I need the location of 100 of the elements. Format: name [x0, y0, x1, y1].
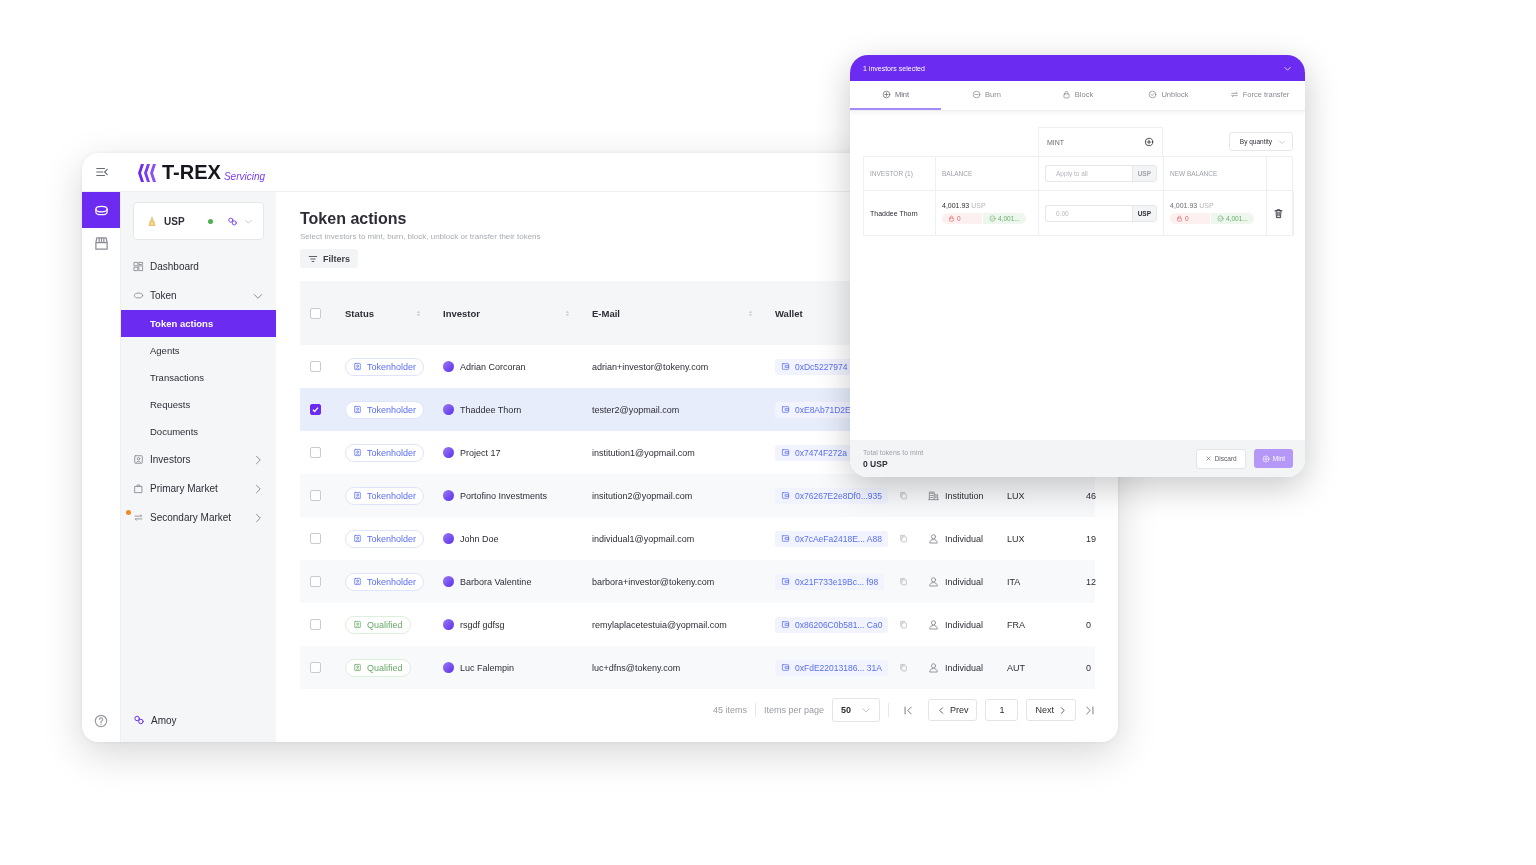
nav-item[interactable]: Investors [121, 445, 276, 474]
chevron-left-icon [936, 705, 946, 715]
status-tag: Qualified [345, 615, 411, 634]
network-item[interactable]: Amoy [121, 714, 276, 742]
rail-button[interactable] [82, 192, 120, 228]
nav-subitem[interactable]: Requests [121, 391, 276, 418]
table-cell: 0 [1086, 662, 1091, 673]
per-page-select[interactable]: 50 [831, 698, 880, 722]
nav-subitem[interactable]: Token actions [121, 310, 276, 337]
investor-name: John Doe [460, 533, 499, 544]
chevron-right-icon [1058, 705, 1067, 715]
table-row[interactable]: Qualified rsgdf gdfsg remylaplacetestuia@yopmail.com 0x86206C0b581... Ca0 Individual FRA 0 [300, 603, 1095, 646]
investor-type: Individual [945, 662, 984, 673]
wallet-icon [781, 362, 790, 371]
filters-button[interactable]: Filters [300, 249, 358, 268]
table-cell: 0 [1086, 619, 1091, 630]
logo-subtitle: Servicing [223, 171, 266, 182]
nav-item[interactable]: Dashboard [121, 252, 276, 281]
email-cell: adrian+investor@tokeny.com [592, 361, 709, 372]
id-badge-icon [353, 362, 362, 371]
column-header[interactable]: E-Mail [592, 307, 620, 319]
table-cell: 19 [1086, 533, 1096, 544]
nav-item[interactable]: Token [121, 281, 276, 310]
wallet-address[interactable]: 0x76267E2e8Df0...935 [775, 487, 888, 504]
row-checkbox[interactable] [310, 404, 321, 415]
table-row[interactable]: Tokenholder Portofino Investments insitution2@yopmail.com 0x76267E2e8Df0...935 Institution LUX 46 [300, 474, 1095, 517]
filter-icon [308, 253, 318, 264]
wallet-address[interactable]: 0x21F733e19Bc... f98 [775, 573, 885, 590]
nav-item[interactable]: Secondary Market [121, 503, 276, 532]
status-tag: Tokenholder [345, 486, 425, 505]
nav-item[interactable]: Primary Market [121, 474, 276, 503]
items-per-page-label: Items per page [763, 705, 824, 715]
delete-button[interactable] [1273, 207, 1284, 219]
table-row[interactable]: Qualified Luc Falempin luc+dfns@tokeny.com 0xFdE22013186... 31A Individual AUT 0 [300, 646, 1095, 689]
wallet-icon [781, 405, 790, 414]
email-cell: institution1@yopmail.com [592, 447, 695, 458]
nav-subitem[interactable]: Transactions [121, 364, 276, 391]
table-cell: 46 [1086, 490, 1096, 501]
wallet-address[interactable]: 0x7cAeFa2418E... A88 [775, 530, 888, 547]
investor-name: Thaddee Thorn [460, 404, 522, 415]
investor-type: Individual [945, 533, 984, 544]
plus-circle-icon [881, 90, 891, 99]
wallet-address[interactable]: 0x7474F272a [775, 444, 853, 461]
close-icon [1204, 455, 1212, 462]
id-badge-icon [353, 405, 362, 414]
select-all-checkbox[interactable] [310, 307, 321, 319]
coin-icon [133, 290, 144, 301]
check-circle-icon [1148, 90, 1158, 99]
page-title: Token actions [300, 209, 407, 229]
token-selector[interactable]: USP [133, 202, 264, 240]
lock-icon [1176, 215, 1183, 222]
column-header[interactable]: Status [345, 307, 375, 319]
avatar [443, 533, 454, 544]
grid-icon [133, 261, 144, 272]
wallet-icon [781, 620, 790, 629]
column-header[interactable]: Wallet [775, 307, 803, 319]
wallet-icon [781, 534, 790, 543]
wallet-icon [781, 663, 790, 672]
check-circle-icon [1217, 215, 1224, 222]
table-cell: 12 [1086, 576, 1096, 587]
next-button[interactable]: Next [1026, 699, 1076, 721]
nav-subitem[interactable]: Documents [121, 418, 276, 445]
wallet-address[interactable]: 0xFdE22013186... 31A [775, 659, 888, 676]
minus-circle-icon [972, 90, 982, 99]
wallet-address[interactable]: 0x86206C0b581... Ca0 [775, 616, 889, 633]
copy-icon [899, 534, 908, 543]
page-subtitle: Select investors to mint, burn, block, unblock or transfer their tokens [300, 232, 541, 241]
chevron-down-icon [860, 705, 871, 715]
email-cell: insitution2@yopmail.com [592, 490, 693, 501]
id-badge-icon [353, 534, 362, 543]
trash-icon [1273, 207, 1284, 219]
table-row[interactable]: Tokenholder Barbora Valentine barbora+investor@tokeny.com 0x21F733e19Bc... f98 Individual ITA 12 [300, 560, 1095, 603]
investor-type: Individual [945, 576, 984, 587]
table-row[interactable]: Tokenholder John Doe individual1@yopmail.com 0x7cAeFa2418E... A88 Individual LUX 19 [300, 517, 1095, 560]
avatar [443, 404, 454, 415]
last-page-icon [1084, 704, 1095, 716]
swap-arrows-icon [1229, 90, 1239, 99]
avatar [443, 490, 454, 501]
investor-name: Luc Falempin [460, 662, 515, 673]
email-cell: tester2@yopmail.com [592, 404, 680, 415]
country-code: AUT [1007, 662, 1025, 673]
email-cell: individual1@yopmail.com [592, 533, 695, 544]
lock-icon [1061, 90, 1071, 99]
items-count: 45 items [712, 705, 747, 715]
status-tag: Tokenholder [345, 400, 425, 419]
network-name: Amoy [151, 714, 177, 726]
investor-name: Adrian Corcoran [460, 361, 526, 372]
id-badge-icon [353, 663, 362, 672]
page-input[interactable]: 1 [985, 699, 1019, 721]
investor-type: Individual [945, 619, 984, 630]
help-icon [94, 714, 108, 728]
link-icon [227, 215, 238, 227]
prev-button[interactable]: Prev [927, 699, 978, 721]
nav-subitem[interactable]: Agents [121, 337, 276, 364]
column-header[interactable]: Investor [443, 307, 480, 319]
wallet-icon [781, 448, 790, 457]
table-row[interactable]: Tokenholder Adrian Corcoran adrian+investor@tokeny.com 0xDc5227974 [300, 345, 1095, 388]
swap-arrows-icon [133, 512, 144, 523]
bag-icon [133, 483, 144, 494]
storefront-icon [93, 235, 109, 251]
